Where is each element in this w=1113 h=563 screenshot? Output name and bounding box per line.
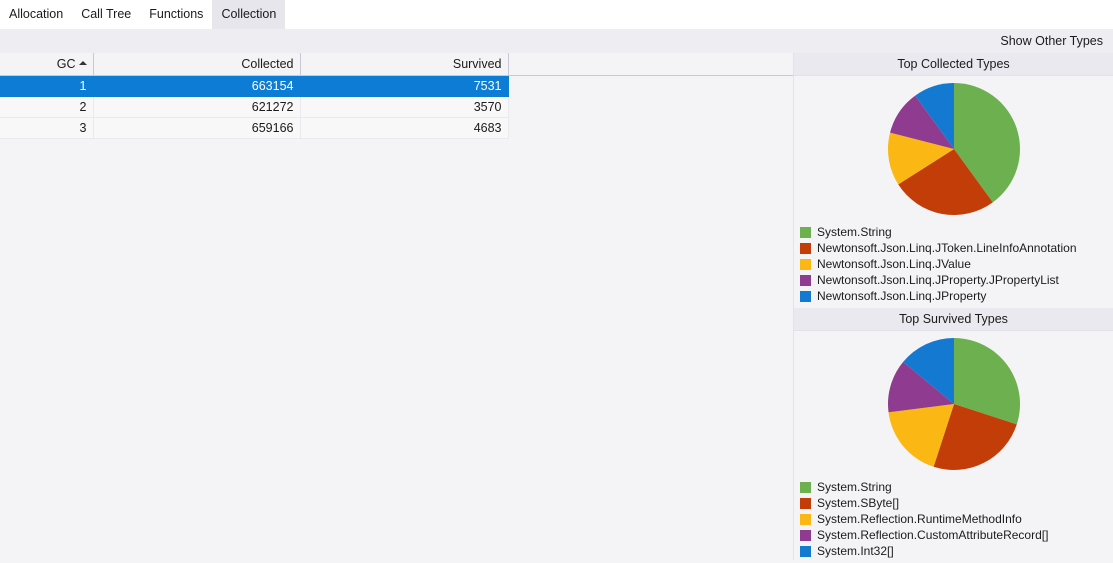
legend-label: System.String [817, 480, 892, 494]
cell-filler [508, 117, 793, 139]
legend-item[interactable]: Newtonsoft.Json.Linq.JProperty.JProperty… [800, 272, 1113, 288]
top-survived-types-section: Top Survived Types System.String System.… [794, 308, 1113, 563]
table-row[interactable]: 2 621272 3570 [0, 96, 793, 118]
legend-swatch-icon [800, 545, 811, 557]
legend-item[interactable]: System.String [800, 224, 1113, 240]
cell-collected: 663154 [93, 75, 301, 97]
legend-label: System.Int32[] [817, 544, 894, 558]
table-header: GC Collected Survived [0, 53, 793, 76]
legend-label: Newtonsoft.Json.Linq.JToken.LineInfoAnno… [817, 241, 1077, 255]
cell-gc: 1 [0, 75, 94, 97]
legend-item[interactable]: System.SByte[] [800, 495, 1113, 511]
gc-collection-view: Allocation Call Tree Functions Collectio… [0, 0, 1113, 563]
legend-item[interactable]: System.Reflection.RuntimeMethodInfo [800, 511, 1113, 527]
table-body: 1 663154 7531 2 621272 3570 3 659166 468… [0, 75, 793, 139]
legend-item[interactable]: Newtonsoft.Json.Linq.JValue [800, 256, 1113, 272]
tab-allocation[interactable]: Allocation [0, 0, 72, 29]
legend-item[interactable]: System.Int32[] [800, 543, 1113, 559]
legend-item[interactable]: System.String [800, 479, 1113, 495]
cell-filler [508, 96, 793, 118]
collection-table: GC Collected Survived 1 663154 7531 2 62… [0, 53, 793, 139]
legend-label: System.SByte[] [817, 496, 900, 510]
tab-functions[interactable]: Functions [140, 0, 212, 29]
legend-swatch-icon [800, 242, 811, 254]
legend-swatch-icon [800, 481, 811, 493]
legend-swatch-icon [800, 258, 811, 270]
column-header-survived[interactable]: Survived [300, 53, 509, 76]
legend-swatch-icon [800, 274, 811, 286]
top-collected-types-section: Top Collected Types System.String Newton… [794, 53, 1113, 308]
top-survived-types-legend: System.String System.SByte[] System.Refl… [794, 477, 1113, 563]
legend-item[interactable]: Newtonsoft.Json.Linq.JToken.LineInfoAnno… [800, 240, 1113, 256]
sort-ascending-triangle-icon [78, 61, 87, 65]
column-header-gc-label: GC [56, 56, 76, 71]
legend-swatch-icon [800, 529, 811, 541]
tab-call-tree[interactable]: Call Tree [72, 0, 140, 29]
pie-chart-survived [887, 338, 1020, 471]
column-header-filler [508, 53, 793, 76]
cell-gc: 2 [0, 96, 94, 118]
collection-grid-pane: GC Collected Survived 1 663154 7531 2 62… [0, 53, 793, 560]
cell-collected: 621272 [93, 96, 301, 118]
legend-item[interactable]: Newtonsoft.Json.Linq.JProperty [800, 288, 1113, 304]
column-header-collected[interactable]: Collected [93, 53, 301, 76]
cell-survived: 4683 [300, 117, 509, 139]
tab-collection[interactable]: Collection [212, 0, 286, 29]
legend-swatch-icon [800, 497, 811, 509]
pie-chart-collected [887, 83, 1020, 216]
legend-label: Newtonsoft.Json.Linq.JProperty.JProperty… [817, 273, 1059, 287]
top-types-panel: Top Collected Types System.String Newton… [793, 53, 1113, 563]
legend-label: Newtonsoft.Json.Linq.JValue [817, 257, 971, 271]
top-collected-types-legend: System.String Newtonsoft.Json.Linq.JToke… [794, 222, 1113, 308]
legend-swatch-icon [800, 226, 811, 238]
top-collected-types-chart [794, 76, 1113, 222]
cell-collected: 659166 [93, 117, 301, 139]
legend-swatch-icon [800, 290, 811, 302]
top-collected-types-title: Top Collected Types [794, 53, 1113, 76]
cell-survived: 7531 [300, 75, 509, 97]
show-other-types-button[interactable]: Show Other Types [1000, 34, 1113, 48]
legend-label: System.String [817, 225, 892, 239]
table-row[interactable]: 1 663154 7531 [0, 75, 793, 97]
legend-label: Newtonsoft.Json.Linq.JProperty [817, 289, 987, 303]
tab-strip: Allocation Call Tree Functions Collectio… [0, 0, 1113, 30]
legend-item[interactable]: System.Reflection.CustomAttributeRecord[… [800, 527, 1113, 543]
table-row[interactable]: 3 659166 4683 [0, 117, 793, 139]
top-survived-types-chart [794, 331, 1113, 477]
legend-swatch-icon [800, 513, 811, 525]
cell-gc: 3 [0, 117, 94, 139]
command-bar: Show Other Types [0, 29, 1113, 53]
legend-label: System.Reflection.RuntimeMethodInfo [817, 512, 1022, 526]
legend-label: System.Reflection.CustomAttributeRecord[… [817, 528, 1049, 542]
column-header-gc[interactable]: GC [0, 53, 94, 76]
cell-filler [508, 75, 793, 97]
top-survived-types-title: Top Survived Types [794, 308, 1113, 331]
cell-survived: 3570 [300, 96, 509, 118]
